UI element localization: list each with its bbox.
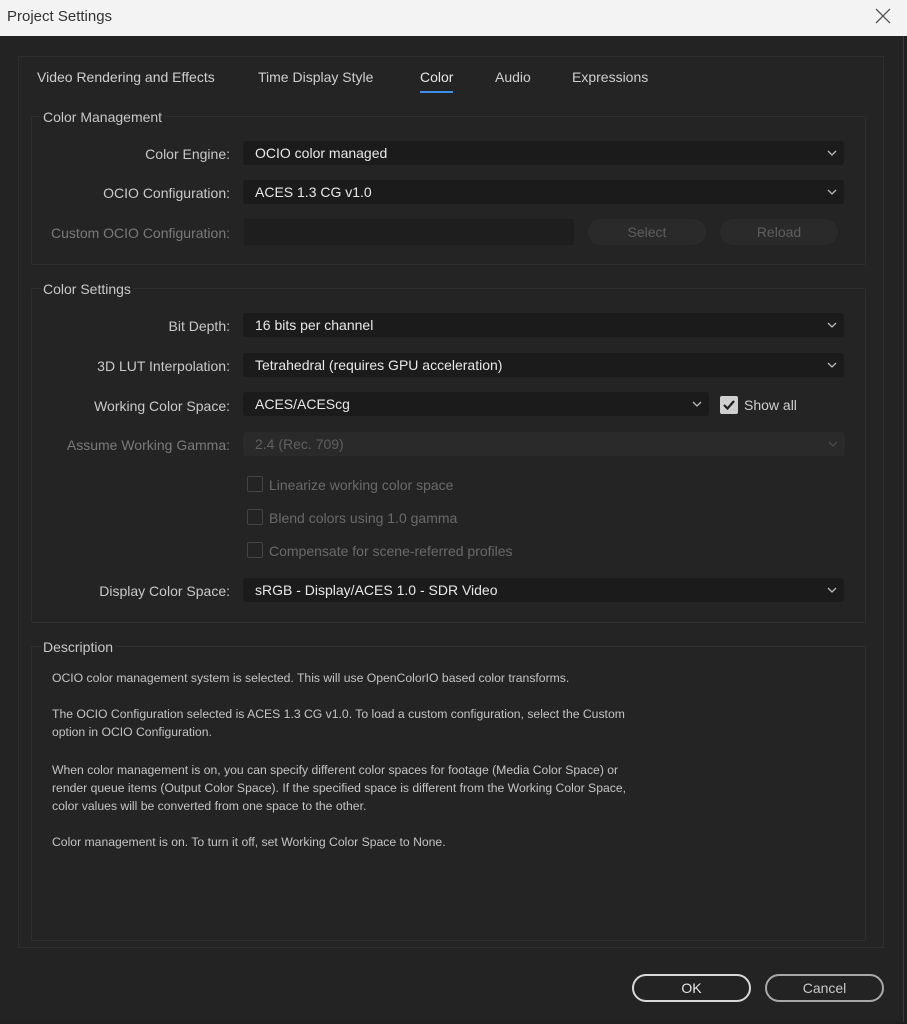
description-line: When color management is on, you can spe… [52, 763, 619, 777]
color-engine-label: Color Engine: [145, 146, 230, 162]
title-bar: Project Settings [0, 0, 907, 36]
tab-color[interactable]: Color [420, 69, 454, 93]
bit-depth-dropdown[interactable]: 16 bits per channel [243, 313, 844, 337]
display-color-space-value: sRGB - Display/ACES 1.0 - SDR Video [255, 582, 498, 598]
tab-expressions[interactable]: Expressions [572, 69, 648, 85]
chevron-down-icon [828, 441, 838, 447]
color-engine-dropdown[interactable]: OCIO color managed [243, 141, 844, 165]
chevron-down-icon [827, 150, 837, 156]
description-line: Color management is on. To turn it off, … [52, 835, 446, 849]
color-management-title: Color Management [41, 109, 165, 125]
linearize-checkbox [247, 476, 263, 492]
compensate-label: Compensate for scene-referred profiles [269, 543, 513, 559]
working-color-space-label: Working Color Space: [94, 398, 230, 414]
lut-interpolation-label: 3D LUT Interpolation: [97, 358, 230, 374]
tab-audio[interactable]: Audio [495, 69, 531, 85]
cancel-button[interactable]: Cancel [765, 974, 884, 1002]
description-line: option in OCIO Configuration. [52, 725, 212, 739]
bit-depth-value: 16 bits per channel [255, 317, 374, 333]
close-icon[interactable] [873, 6, 893, 26]
custom-ocio-field [244, 219, 574, 245]
chevron-down-icon [827, 362, 837, 368]
select-button: Select [588, 219, 706, 245]
ok-button[interactable]: OK [632, 974, 751, 1002]
description-line: The OCIO Configuration selected is ACES … [52, 707, 625, 721]
chevron-down-icon [692, 401, 702, 407]
chevron-down-icon [827, 587, 837, 593]
checkmark-icon [723, 400, 735, 411]
lut-interpolation-dropdown[interactable]: Tetrahedral (requires GPU acceleration) [243, 353, 844, 377]
description-line: color values will be converted from one … [52, 799, 367, 813]
description-line: render queue items (Output Color Space).… [52, 781, 627, 795]
description-title: Description [41, 639, 116, 655]
dialog-body: Video Rendering and Effects Time Display… [0, 36, 904, 1022]
show-all-checkbox[interactable] [720, 396, 738, 414]
custom-ocio-label: Custom OCIO Configuration: [51, 225, 230, 241]
blend-colors-label: Blend colors using 1.0 gamma [269, 510, 458, 526]
reload-button: Reload [720, 219, 838, 245]
working-color-space-value: ACES/ACEScg [255, 396, 350, 412]
tab-time-display-style[interactable]: Time Display Style [258, 69, 373, 85]
description-line: OCIO color management system is selected… [52, 671, 570, 685]
lut-interpolation-value: Tetrahedral (requires GPU acceleration) [255, 357, 503, 373]
working-color-space-dropdown[interactable]: ACES/ACEScg [243, 392, 709, 416]
chevron-down-icon [827, 322, 837, 328]
tab-video-rendering[interactable]: Video Rendering and Effects [37, 69, 215, 85]
chevron-down-icon [827, 189, 837, 195]
blend-colors-checkbox [247, 509, 263, 525]
window-title: Project Settings [7, 8, 113, 25]
assume-working-gamma-dropdown: 2.4 (Rec. 709) [243, 432, 845, 456]
color-engine-value: OCIO color managed [255, 145, 388, 161]
bit-depth-label: Bit Depth: [168, 318, 230, 334]
ocio-configuration-value: ACES 1.3 CG v1.0 [255, 184, 372, 200]
display-color-space-dropdown[interactable]: sRGB - Display/ACES 1.0 - SDR Video [243, 578, 844, 602]
ocio-configuration-label: OCIO Configuration: [103, 185, 230, 201]
display-color-space-label: Display Color Space: [99, 583, 230, 599]
assume-working-gamma-value: 2.4 (Rec. 709) [255, 436, 344, 452]
color-settings-title: Color Settings [41, 281, 133, 297]
linearize-label: Linearize working color space [269, 477, 454, 493]
compensate-checkbox [247, 542, 263, 558]
assume-working-gamma-label: Assume Working Gamma: [66, 437, 230, 453]
ocio-configuration-dropdown[interactable]: ACES 1.3 CG v1.0 [243, 180, 844, 204]
show-all-label[interactable]: Show all [744, 397, 797, 413]
